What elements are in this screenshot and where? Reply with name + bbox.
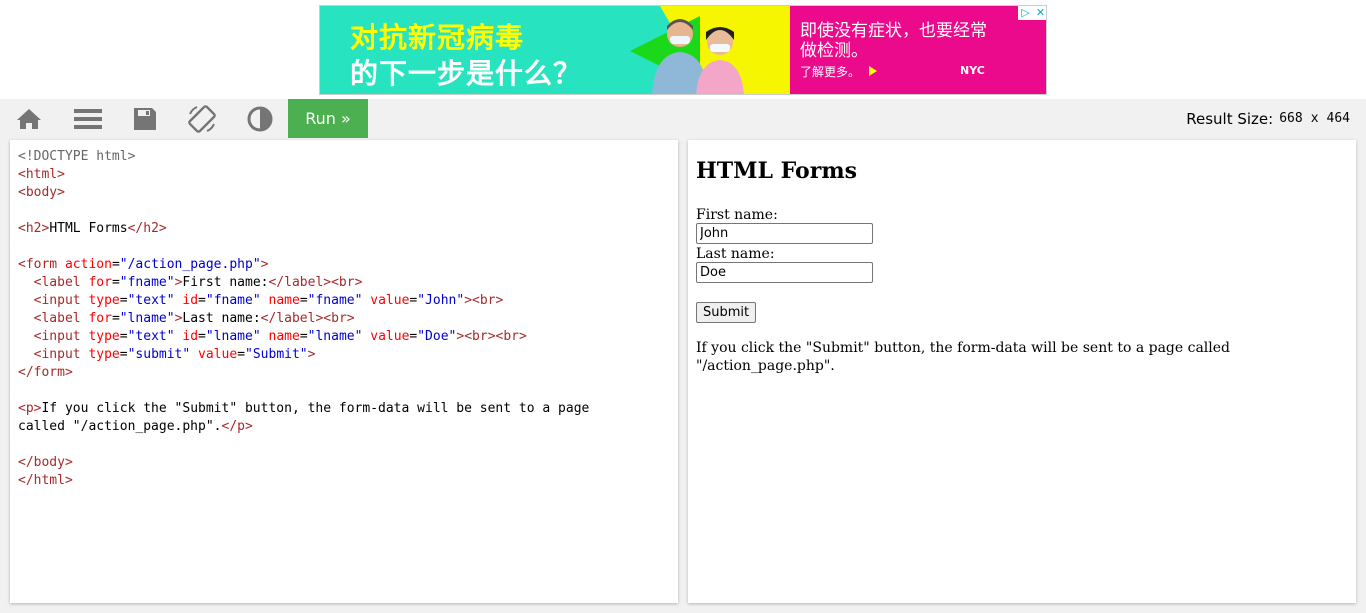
code-line: <body> bbox=[18, 185, 65, 200]
code-line: <p>If you click the "Submit" button, the… bbox=[18, 401, 590, 416]
code-line: <label for="lname">Last name:</label><br… bbox=[33, 311, 355, 326]
adchoices-icon[interactable]: ▷ bbox=[1018, 6, 1033, 20]
rotate-button[interactable] bbox=[173, 99, 231, 138]
result-heading: HTML Forms bbox=[696, 158, 857, 184]
ad-headline-2: 的下一步是什么？ bbox=[350, 57, 583, 90]
contrast-icon bbox=[247, 106, 273, 131]
rotate-icon bbox=[188, 104, 216, 133]
code-line: <input type="text" id="fname" name="fnam… bbox=[33, 293, 504, 308]
code-line: called "/action_page.php".</p> bbox=[18, 419, 253, 434]
result-width: 668 bbox=[1279, 111, 1303, 126]
code-line: <input type="text" id="lname" name="lnam… bbox=[33, 329, 527, 344]
code-editor-panel[interactable]: <!DOCTYPE html> <html> <body> <h2>HTML For… bbox=[10, 140, 678, 603]
ad-headline-1: 对抗新冠病毒 bbox=[350, 21, 525, 54]
ad-right-text: 即使没有症状，也要经常做检测。 bbox=[800, 21, 987, 61]
code-line: </html> bbox=[18, 473, 73, 488]
result-height: 464 bbox=[1326, 111, 1350, 126]
result-size-label: Result Size: bbox=[1186, 109, 1274, 128]
result-panel: HTML Forms First name: Last name: Submit… bbox=[688, 140, 1356, 603]
ad-logo: NYC bbox=[960, 64, 985, 77]
ad-learn-more-link[interactable]: 了解更多。 bbox=[800, 63, 860, 80]
last-name-label: Last name: bbox=[696, 246, 775, 262]
save-icon bbox=[134, 107, 156, 130]
code-line: </form> bbox=[18, 365, 73, 380]
result-preview: HTML Forms First name: Last name: Submit… bbox=[696, 158, 1346, 375]
toolbar: Run » Result Size: 668 x 464 bbox=[0, 99, 1366, 138]
close-icon[interactable]: ✕ bbox=[1033, 6, 1046, 20]
code-line: <label for="fname">First name:</label><b… bbox=[33, 275, 363, 290]
result-size-separator: x bbox=[1310, 111, 1319, 126]
code-line: <html> bbox=[18, 167, 65, 182]
code-line: <input type="submit" value="Submit"> bbox=[33, 347, 316, 362]
save-button[interactable] bbox=[116, 99, 174, 138]
first-name-input[interactable] bbox=[696, 223, 873, 244]
last-name-input[interactable] bbox=[696, 262, 873, 283]
run-button[interactable]: Run » bbox=[288, 99, 368, 138]
theme-button[interactable] bbox=[231, 99, 289, 138]
result-paragraph: If you click the "Submit" button, the fo… bbox=[696, 340, 1231, 374]
code-line: </body> bbox=[18, 455, 73, 470]
ad-people-image bbox=[652, 19, 744, 94]
menu-button[interactable] bbox=[59, 99, 117, 138]
menu-icon bbox=[74, 108, 102, 129]
ad-area: 对抗新冠病毒 的下一步是什么？ 即使没有症状，也要经常做检测。 了解更多。 NY… bbox=[0, 0, 1366, 99]
ad-controls: ▷ ✕ bbox=[1018, 6, 1046, 20]
home-button[interactable] bbox=[0, 99, 58, 138]
result-size: Result Size: 668 x 464 bbox=[1186, 99, 1350, 138]
play-icon bbox=[869, 66, 877, 76]
home-icon bbox=[17, 108, 41, 129]
code-line: <!DOCTYPE html> bbox=[18, 149, 136, 164]
code-line: <h2>HTML Forms</h2> bbox=[18, 221, 167, 236]
advertisement-banner[interactable]: 对抗新冠病毒 的下一步是什么？ 即使没有症状，也要经常做检测。 了解更多。 NY… bbox=[319, 5, 1047, 95]
code-editor[interactable]: <!DOCTYPE html> <html> <body> <h2>HTML For… bbox=[18, 148, 589, 490]
code-line: <form action="/action_page.php"> bbox=[18, 257, 269, 272]
first-name-label: First name: bbox=[696, 207, 778, 223]
submit-button[interactable]: Submit bbox=[696, 302, 757, 323]
